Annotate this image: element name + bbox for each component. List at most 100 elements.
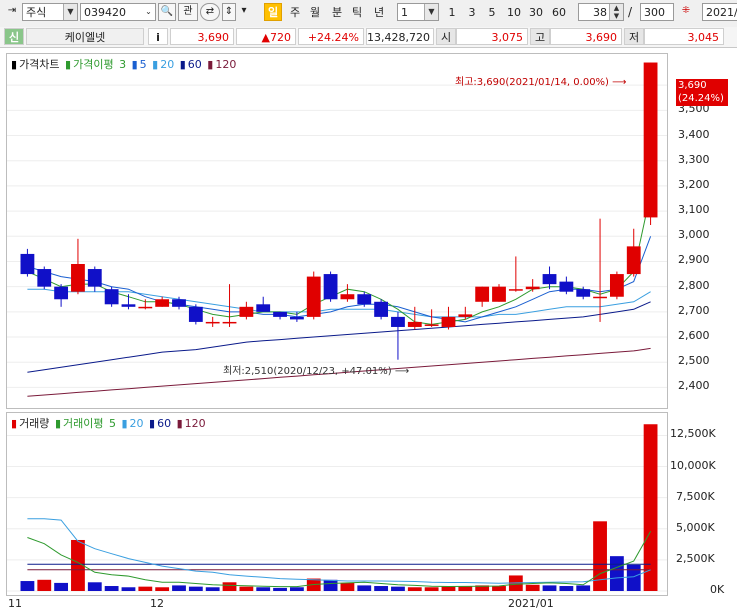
count-stepper[interactable]: 38 ▲ ▼ [578, 3, 624, 21]
volume-bar [172, 585, 186, 591]
chart-toolbar: ⇥ 주식 ▼ 039420 ⌄ 🔍 관 ⇄ ⇕ ▾ 일주월분틱년 1 ▼ 135… [0, 0, 737, 28]
ma3-line [27, 193, 652, 325]
search-icon[interactable]: 🔍 [158, 3, 176, 21]
stepper-arrows-icon[interactable]: ▲ ▼ [609, 4, 623, 20]
period-tab-1[interactable]: 주 [286, 3, 304, 21]
current-price-tag: 3,690 (24.24%) [676, 79, 728, 106]
volume-bar [37, 579, 52, 591]
candle-body [441, 316, 456, 327]
stock-code-input[interactable]: 039420 ⌄ [80, 3, 156, 21]
date-field[interactable]: 2021/01 [702, 3, 737, 21]
xlabel-jan: 2021/01 [508, 597, 554, 610]
ma20-legend: 20 [160, 58, 175, 71]
period-tab-4[interactable]: 틱 [348, 3, 366, 21]
quick-interval-2[interactable]: 5 [484, 3, 500, 21]
volume-tick: 2,500K [676, 551, 715, 565]
volume-bar [121, 587, 136, 591]
spin-updown-icon[interactable]: ⇕ [222, 3, 236, 21]
count-separator: / [628, 5, 633, 19]
stock-code-value: 039420 [84, 6, 126, 19]
candle-body [559, 281, 574, 292]
quote-info-row: 신 케이엘넷 i 3,690 ▲720 +24.24% 13,428,720 시… [0, 27, 737, 48]
settings-grid-icon[interactable]: ⁜ [676, 3, 696, 21]
chevron-down-icon[interactable]: ▼ [424, 4, 438, 20]
volume-axis: 12,500K 10,000K 7,500K 5,000K 2,500K 0K [670, 412, 737, 596]
volume-bar [20, 581, 35, 591]
high-label: 고 [530, 28, 550, 45]
volume-bar [525, 584, 540, 591]
candle-body [407, 321, 422, 327]
price-tick: 3,000 [678, 228, 710, 242]
price-chart-canvas [7, 62, 667, 397]
price-chart-panel[interactable]: ▮ 가격차트 ▮ 가격이평 3 ▮ 5 ▮ 20 ▮ 60 ▮ 120 최고:3,690(2… [6, 53, 668, 409]
candle-body [87, 269, 102, 287]
trade-volume: 13,428,720 [366, 28, 434, 45]
current-price-tag-value: 3,690 [678, 80, 707, 91]
price-tick: 3,200 [678, 177, 710, 191]
candle-body [188, 306, 203, 322]
period-tab-3[interactable]: 분 [328, 3, 346, 21]
period-tab-0[interactable]: 일 [264, 3, 282, 21]
volume-bar [188, 586, 203, 591]
volume-bar [205, 587, 220, 591]
volume-bar [222, 582, 237, 591]
price-tick: 3,300 [678, 152, 710, 166]
ma5-legend: 5 [139, 58, 147, 71]
period-tab-2[interactable]: 월 [306, 3, 324, 21]
price-tick: 3,100 [678, 203, 710, 217]
panel-toggle-icon[interactable]: ⇥ [3, 3, 21, 21]
candle-body [609, 274, 624, 297]
vma120-legend: 120 [184, 417, 206, 430]
chevron-down-icon[interactable]: ⌄ [142, 4, 155, 20]
volume-bar [256, 587, 271, 591]
current-price-tag-pct: (24.24%) [678, 93, 724, 104]
interval-select[interactable]: 1 ▼ [397, 3, 439, 21]
candle-body [542, 274, 557, 285]
period-tab-5[interactable]: 년 [370, 3, 388, 21]
volume-bar [340, 582, 355, 591]
quick-interval-3[interactable]: 10 [504, 3, 524, 21]
market-select[interactable]: 주식 ▼ [22, 3, 78, 21]
stock-switch-icon[interactable]: ⇄ [200, 3, 220, 21]
stock-name: 케이엘넷 [26, 28, 144, 45]
candle-body [458, 314, 473, 317]
quick-interval-4[interactable]: 30 [526, 3, 546, 21]
candle-body [306, 276, 321, 317]
price-legend-title: 가격차트 [19, 58, 60, 71]
price-legend: ▮ 가격차트 ▮ 가격이평 3 ▮ 5 ▮ 20 ▮ 60 ▮ 120 [11, 58, 237, 71]
low-label: 저 [624, 28, 644, 45]
volume-chart-panel[interactable]: ▮ 거래량 ▮ 거래이평 5 ▮ 20 ▮ 60 ▮ 120 [6, 412, 668, 596]
gwan-button[interactable]: 관 [178, 3, 198, 21]
volume-bar [374, 586, 389, 591]
quick-interval-5[interactable]: 60 [548, 3, 570, 21]
stock-info-button[interactable]: i [148, 28, 168, 45]
candle-body [475, 286, 490, 302]
candle-body [37, 269, 52, 287]
volume-bar [407, 587, 422, 591]
candle-body [357, 294, 372, 305]
price-axis: 3,6003,5003,4003,3003,2003,1003,0002,900… [670, 53, 737, 409]
candle-body [643, 62, 658, 218]
count-total-field[interactable]: 300 [640, 3, 674, 21]
volume-bar [87, 582, 102, 591]
volume-bar [643, 424, 658, 591]
candle-body [273, 311, 287, 317]
candle-body [104, 289, 119, 305]
volume-bar [357, 585, 372, 591]
market-select-value: 주식 [26, 6, 47, 19]
candle-body [239, 306, 254, 317]
candle-body [492, 286, 506, 302]
volume-bar [609, 556, 624, 591]
volume-bar [239, 586, 254, 591]
volume-bar [54, 582, 69, 591]
chevron-down-icon[interactable]: ▼ [63, 4, 77, 20]
candle-body [222, 321, 237, 324]
candle-body [626, 246, 641, 275]
low-annotation: 최저:2,510(2020/12/23, +47.01%) ⟶ [223, 366, 410, 377]
candle-body [576, 289, 591, 297]
xlabel-nov: 11 [8, 597, 22, 610]
quick-interval-1[interactable]: 3 [464, 3, 480, 21]
more-dropdown-icon[interactable]: ▾ [238, 3, 250, 21]
candle-body [71, 264, 85, 292]
quick-interval-0[interactable]: 1 [444, 3, 460, 21]
